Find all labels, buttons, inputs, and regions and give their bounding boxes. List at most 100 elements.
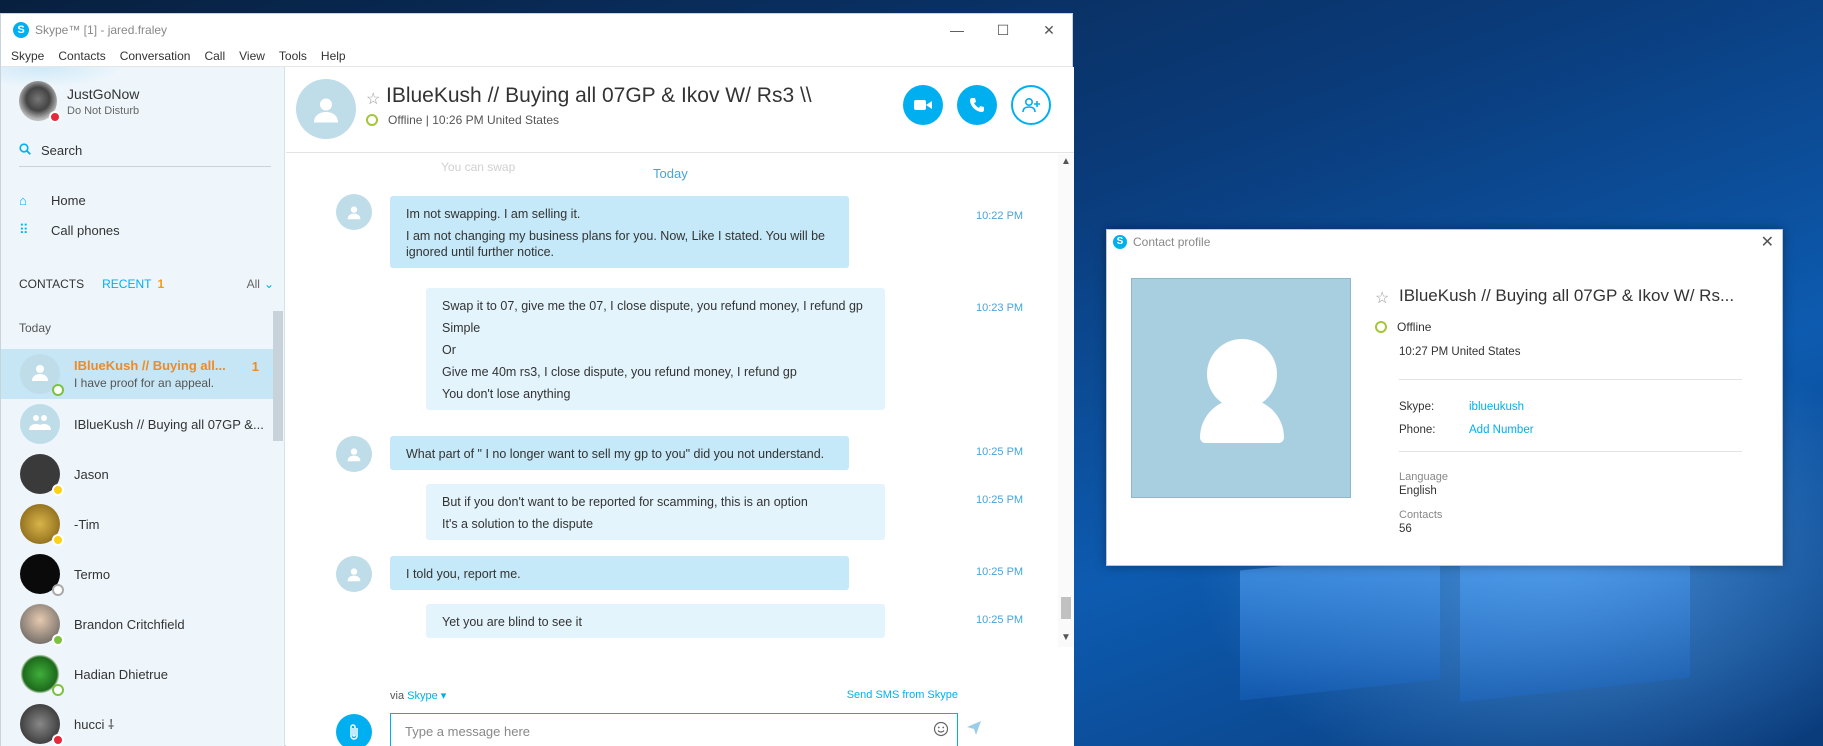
favorite-star-icon[interactable]: ☆ [1375,288,1389,308]
emoticon-icon[interactable] [933,721,949,741]
audio-call-button[interactable] [957,85,997,125]
filter-dropdown[interactable]: All ⌄ [247,277,274,291]
profile-name: IBlueKush // Buying all 07GP & Ikov W/ R… [1399,286,1735,305]
contact-item[interactable]: hucci ⸸ [1,699,273,746]
contact-name: Brandon Critchfield [74,616,185,632]
sender-avatar[interactable] [336,556,372,592]
message-history: You can swap Today Im not swapping. I am… [286,154,1058,647]
my-profile[interactable]: JustGoNow Do Not Disturb [19,81,139,123]
nav-call-phones[interactable]: ⠿ Call phones [19,215,120,245]
skype-logo-icon: S [1113,235,1127,249]
search-icon [19,143,31,158]
scroll-up-icon[interactable]: ▲ [1061,156,1071,167]
skype-id-link[interactable]: iblueukush [1469,401,1524,413]
away-status-icon [52,484,64,496]
nav-call-phones-label: Call phones [51,222,120,238]
unknown-status-icon [52,584,64,596]
phone-icon [970,98,984,112]
message-bubble[interactable]: But if you don't want to be reported for… [426,484,885,540]
scrollbar-thumb[interactable] [1061,597,1071,619]
skype-logo-icon: S [13,22,29,38]
language-label: Language [1399,471,1448,483]
add-number-link[interactable]: Add Number [1469,424,1534,436]
message-bubble[interactable]: What part of " I no longer want to sell … [390,436,849,470]
menu-help[interactable]: Help [321,49,346,63]
language-value: English [1399,485,1437,497]
contact-avatar [20,654,64,696]
conversation-title[interactable]: IBlueKush // Buying all 07GP & Ikov W/ R… [386,84,812,108]
contact-item[interactable]: Brandon Critchfield [1,599,273,649]
phone-label: Phone: [1399,424,1436,436]
menu-view[interactable]: View [239,49,265,63]
contact-item[interactable]: Termo [1,549,273,599]
profile-title-bar: S Contact profile [1107,230,1782,254]
sender-avatar[interactable] [336,194,372,230]
close-button[interactable]: ✕ [1026,14,1072,46]
message-input-box[interactable] [390,713,958,746]
message-text: Yet you are blind to see it [442,615,582,629]
video-call-button[interactable] [903,85,943,125]
profile-phone-row: Phone: Add Number [1399,424,1534,436]
home-icon: ⌂ [19,192,27,208]
favorite-star-icon[interactable]: ☆ [366,89,380,109]
message-bubble[interactable]: I told you, report me. [390,556,849,590]
video-camera-icon [914,100,932,110]
contact-item[interactable]: IBlueKush // Buying all 07GP &... [1,399,273,449]
filter-label: All [246,277,260,291]
nav-home[interactable]: ⌂ Home [19,185,120,215]
contact-item[interactable]: Hadian Dhietrue [1,649,273,699]
contact-name: IBlueKush // Buying all... [74,358,226,373]
conversation-status: Offline | 10:26 PM United States [366,113,559,127]
menu-call[interactable]: Call [204,49,225,63]
attach-file-button[interactable] [336,714,372,746]
contact-item[interactable]: -Tim [1,499,273,549]
message-scrollbar[interactable]: ▲ ▼ [1058,154,1074,647]
message-bubble[interactable]: Im not swapping. I am selling it. I am n… [390,196,849,268]
contact-item[interactable]: Jason [1,449,273,499]
message-input[interactable] [405,723,905,739]
tab-contacts[interactable]: CONTACTS [19,277,84,291]
away-status-icon [52,534,64,546]
minimize-button[interactable]: — [934,14,980,46]
avatar[interactable] [19,81,61,123]
menu-contacts[interactable]: Contacts [58,49,105,63]
via-skype-dropdown[interactable]: Skype ▾ [407,690,446,702]
add-people-button[interactable] [1011,85,1051,125]
menu-conversation[interactable]: Conversation [120,49,191,63]
nav-home-label: Home [51,192,86,208]
search-box[interactable]: Search [19,143,271,167]
contact-avatar [20,504,64,546]
contact-profile-window: S Contact profile ✕ ☆ IBlueKush // Buyin… [1106,229,1783,566]
contact-name: hucci ⸸ [74,717,115,732]
contact-avatar [20,404,60,444]
send-message-icon[interactable] [967,721,981,739]
profile-close-button[interactable]: ✕ [1761,232,1774,252]
message-timestamp: 10:23 PM [976,302,1024,314]
message-timestamp: 10:25 PM [976,566,1024,578]
window-controls: — ☐ ✕ [934,14,1072,46]
divider [1399,379,1742,380]
contact-name: Jason [74,466,109,482]
message-text: You don't lose anything [442,387,571,401]
recent-count-badge: 1 [157,277,165,291]
tab-recent[interactable]: RECENT [102,277,151,291]
maximize-button[interactable]: ☐ [980,14,1026,46]
sidebar-scrollbar-thumb[interactable] [273,311,283,441]
conversation-avatar[interactable] [296,79,356,139]
message-text: It's a solution to the dispute [442,517,594,531]
skype-window: S Skype™ [1] - jared.fraley — ☐ ✕ Skype … [0,13,1074,746]
my-status[interactable]: Do Not Disturb [67,105,139,117]
message-bubble[interactable]: Yet you are blind to see it [426,604,885,638]
menu-tools[interactable]: Tools [279,49,307,63]
scroll-down-icon[interactable]: ▼ [1061,632,1071,643]
contact-item[interactable]: IBlueKush // Buying all... I have proof … [1,349,273,399]
message-text: Or [442,343,456,357]
sender-avatar[interactable] [336,436,372,472]
message-bubble[interactable]: Swap it to 07, give me the 07, I close d… [426,288,885,410]
contact-list: IBlueKush // Buying all... I have proof … [1,349,273,746]
search-label: Search [41,143,83,158]
menu-skype[interactable]: Skype [11,49,44,63]
window-title: Skype™ [1] - jared.fraley [35,23,168,37]
message-text: What part of " I no longer want to sell … [406,447,825,461]
send-sms-link[interactable]: Send SMS from Skype [847,689,958,701]
